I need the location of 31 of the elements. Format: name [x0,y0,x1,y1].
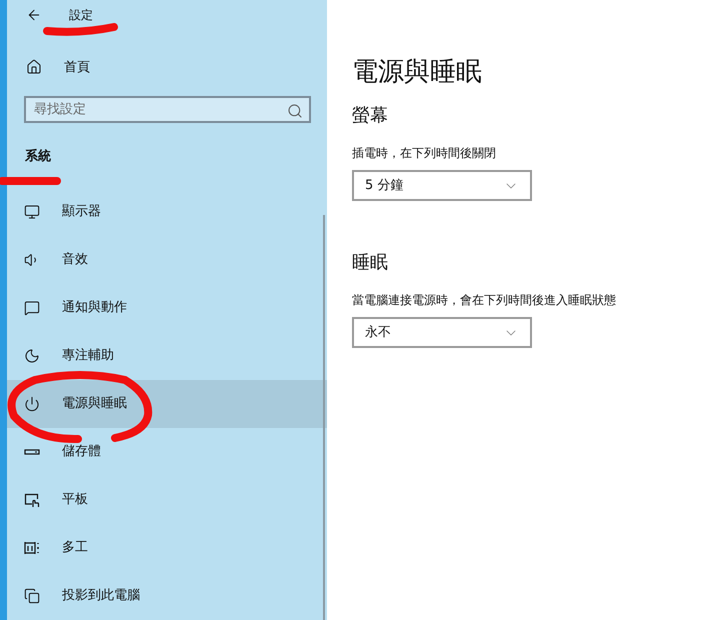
section-heading: 系統 [25,148,52,165]
power-icon [24,396,40,412]
underline-mark [0,177,61,185]
setting-label: 當電腦連接電源時，會在下列時間後進入睡眠狀態 [352,292,617,309]
nav-item[interactable]: 專注輔助 [7,332,327,380]
setting-label: 插電時，在下列時間後關閉 [352,145,497,162]
search-icon [287,102,303,119]
scrollbar[interactable] [323,215,325,620]
multitask-icon [24,540,40,556]
home-icon [26,59,42,76]
tablet-icon [24,492,40,508]
window-title: 設定 [69,6,93,24]
speech-bubble-icon [24,300,40,316]
monitor-icon [24,204,40,220]
screens-icon [24,588,40,604]
nav-item[interactable]: 電源與睡眠 [7,380,327,428]
nav-item[interactable]: 音效 [7,236,327,284]
nav-item[interactable]: 儲存體 [7,428,327,476]
moon-icon [24,348,40,364]
nav-item[interactable]: 平板 [7,476,327,524]
nav-item[interactable]: 投影到此電腦 [7,572,327,620]
page-title: 電源與睡眠 [352,56,483,89]
nav-item[interactable]: 通知與動作 [7,284,327,332]
section-heading: 螢幕 [352,104,389,128]
search-field[interactable]: 尋找設定 [24,96,311,123]
dropdown[interactable]: 5 分鐘 [352,170,532,201]
section-heading: 睡眠 [352,251,389,275]
home-item[interactable]: 首頁 [7,52,327,83]
nav-item[interactable]: 顯示器 [7,188,327,236]
nav-item[interactable]: 多工 [7,524,327,572]
dropdown[interactable]: 永不 [352,317,532,348]
